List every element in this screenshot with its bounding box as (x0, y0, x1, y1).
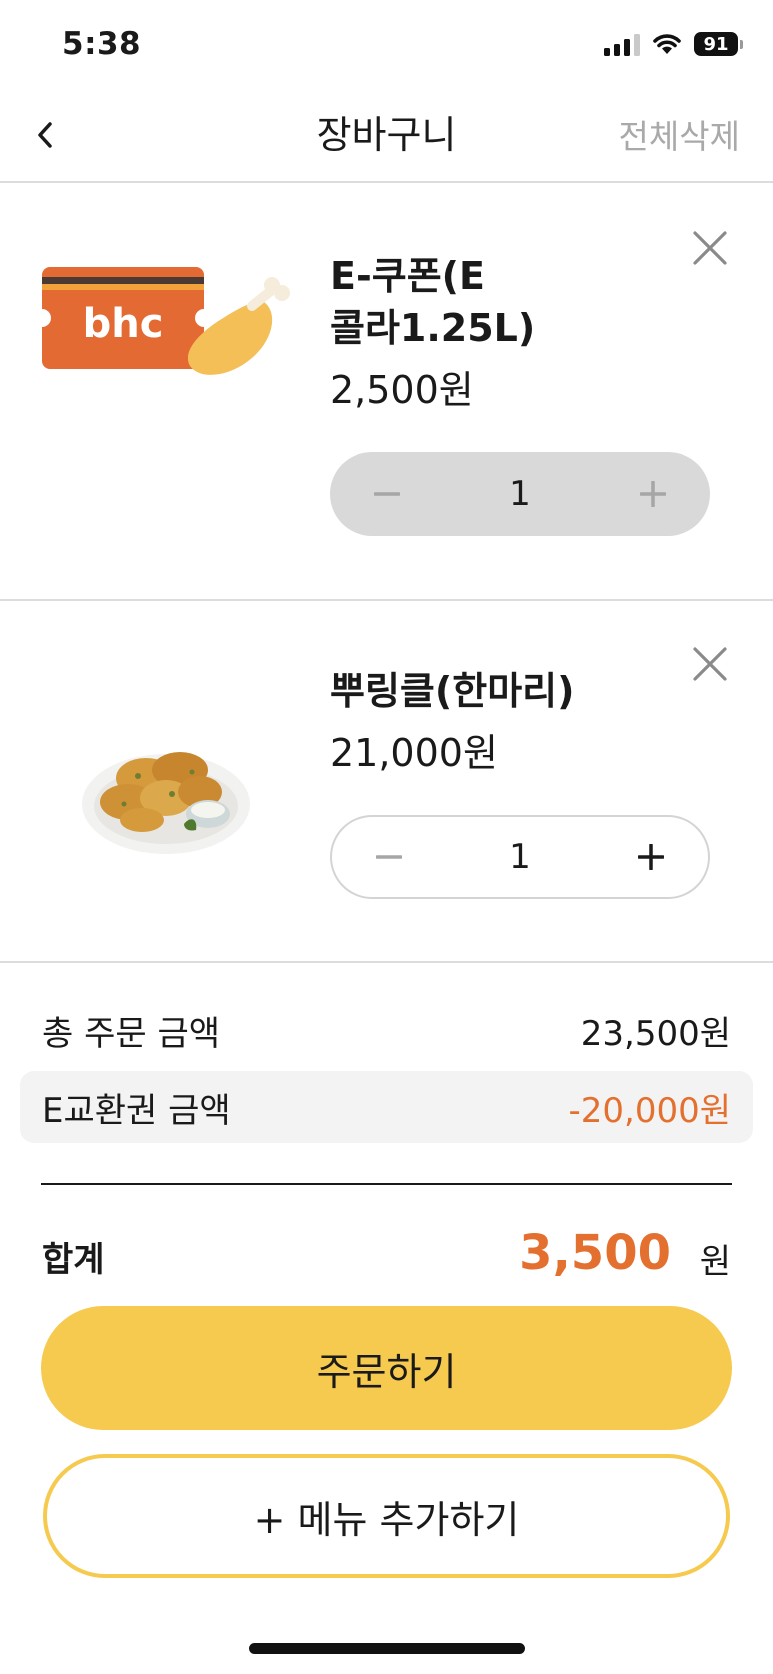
increase-button[interactable] (634, 840, 668, 874)
cellular-signal-icon (604, 32, 640, 56)
plus-icon (637, 844, 664, 870)
item-price: 2,500원 (330, 368, 474, 412)
minus-icon (376, 855, 402, 859)
item-name: 뿌링클(한마리) (330, 669, 575, 713)
total-unit: 원 (699, 1242, 731, 1282)
battery-icon: 91 (694, 32, 743, 56)
voucher-label: E교환권 금액 (42, 1091, 231, 1131)
header-divider (0, 181, 773, 183)
home-indicator (249, 1643, 525, 1654)
quantity-value: 1 (509, 474, 531, 514)
voucher-value: -20,000원 (568, 1091, 731, 1131)
increase-button[interactable] (636, 477, 670, 511)
order-button[interactable]: 주문하기 (41, 1306, 732, 1430)
decrease-button[interactable] (372, 840, 406, 874)
item-price: 21,000원 (330, 731, 498, 775)
clear-all-button[interactable]: 전체삭제 (619, 110, 740, 158)
quantity-value: 1 (509, 837, 531, 877)
add-menu-button[interactable]: + 메뉴 추가하기 (43, 1454, 730, 1578)
bhc-coupon-image: bhc (40, 267, 290, 375)
decrease-button[interactable] (370, 477, 404, 511)
total-label: 합계 (42, 1240, 105, 1280)
status-icons: 91 (604, 32, 743, 56)
total-divider (41, 1183, 732, 1185)
order-total-label: 총 주문 금액 (42, 1014, 221, 1054)
plus-icon (639, 481, 666, 507)
wifi-icon (653, 34, 681, 54)
status-time: 5:38 (62, 26, 142, 62)
bhc-logo-text: bhc (83, 301, 164, 347)
item-name: E-쿠폰(E 콜라1.25L) (330, 254, 536, 350)
total-amount: 3,500 (519, 1225, 671, 1281)
item-divider (0, 961, 773, 963)
quantity-stepper: 1 (330, 815, 710, 899)
minus-icon (374, 492, 400, 496)
quantity-stepper: 1 (330, 452, 710, 536)
remove-item-icon[interactable] (690, 228, 730, 268)
order-total-value: 23,500원 (580, 1014, 731, 1054)
fried-chicken-image (82, 752, 250, 854)
battery-level: 91 (694, 32, 738, 56)
item-divider (0, 599, 773, 601)
remove-item-icon[interactable] (690, 644, 730, 684)
